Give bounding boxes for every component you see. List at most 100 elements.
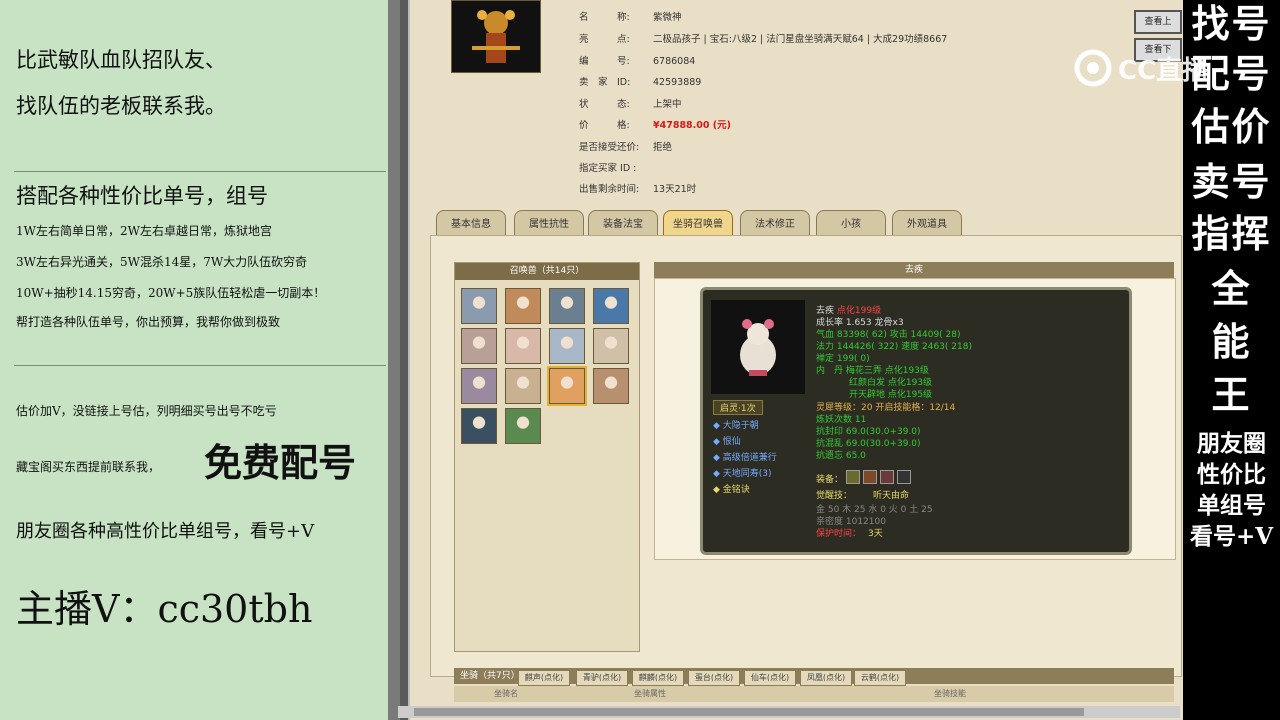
equip-slot-icon[interactable] bbox=[896, 470, 911, 484]
divider bbox=[14, 171, 386, 172]
summon-avatar[interactable] bbox=[593, 328, 629, 364]
tab-equipment[interactable]: 装备法宝 bbox=[588, 210, 658, 238]
game-trade-window: 名 称: 紫微神 亮 点: 二极品孩子 | 宝石:八级2 | 法门星盘坐骑满天赋64… bbox=[388, 0, 1183, 720]
right-big-text-3: 估价 bbox=[1191, 104, 1272, 149]
mount-tab[interactable]: 麒声(点化) bbox=[518, 670, 570, 686]
info-label: 出售剩余时间: bbox=[579, 184, 640, 195]
mount-list-title: 坐骑（共7只） bbox=[460, 671, 520, 681]
tab-attributes[interactable]: 属性抗性 bbox=[514, 210, 584, 238]
info-row-time: 出售剩余时间: 13天21时 bbox=[579, 181, 696, 195]
view-prev-button[interactable]: 查看上 bbox=[1134, 10, 1182, 34]
info-row-highlight: 亮 点: 二极品孩子 | 宝石:八级2 | 法门星盘坐骑满天赋64 | 大成29功… bbox=[579, 31, 947, 45]
info-label: 状 态: bbox=[579, 99, 630, 110]
tab-basic-info[interactable]: 基本信息 bbox=[436, 210, 506, 238]
right-big-text-8: 王 bbox=[1211, 372, 1252, 417]
info-value: 上架中 bbox=[653, 99, 682, 110]
summon-detail-title: 去疾 bbox=[654, 262, 1174, 278]
right-small-text: 朋友圈 性价比 单组号 看号+V bbox=[1183, 428, 1280, 552]
pet-equip-label: 装备： bbox=[816, 475, 844, 485]
summon-avatar[interactable] bbox=[505, 328, 541, 364]
pet-resist-forget: 抗遗忘 65.0 bbox=[816, 451, 866, 461]
mount-table-header: 坐骑名 坐骑属性 坐骑技能 bbox=[454, 686, 1174, 702]
right-big-text-6: 全 bbox=[1211, 266, 1252, 311]
summon-avatar[interactable] bbox=[593, 288, 629, 324]
summon-avatar[interactable] bbox=[549, 288, 585, 324]
pet-awaken-label: 觉醒技： bbox=[816, 491, 853, 501]
tab-child[interactable]: 小孩 bbox=[816, 210, 886, 238]
streamer-contact: 主播V：cc30tbh bbox=[16, 587, 313, 631]
summon-portrait bbox=[711, 300, 805, 394]
info-row-status: 状 态: 上架中 bbox=[579, 96, 682, 110]
info-label: 编 号: bbox=[579, 56, 630, 67]
summon-avatar[interactable] bbox=[461, 288, 497, 324]
summon-avatar[interactable] bbox=[505, 368, 541, 404]
summon-avatar[interactable] bbox=[461, 408, 497, 444]
summon-avatar[interactable] bbox=[505, 408, 541, 444]
pet-skill: 恨仙 bbox=[722, 437, 741, 447]
promo-line-3: 搭配各种性价比单号，组号 bbox=[16, 184, 268, 208]
free-match-headline: 免费配号 bbox=[204, 440, 357, 485]
summon-avatar[interactable] bbox=[547, 366, 587, 406]
summon-stat-card: 去疾 点化199级 成长率 1.653 龙骨x3 气血 83398( 62) 攻… bbox=[700, 287, 1132, 555]
pet-skill: 天地同寿(3) bbox=[722, 469, 772, 479]
info-value: 二极品孩子 | 宝石:八级2 | 法门星盘坐骑满天赋64 | 大成29功绩866… bbox=[653, 34, 948, 45]
promo-line-8: 估价加V，没链接上号估，列明细买号出号不吃亏 bbox=[16, 404, 277, 418]
equip-slot-icon[interactable] bbox=[879, 470, 894, 484]
right-big-text-1: 找号 bbox=[1191, 1, 1272, 46]
info-value: 6786084 bbox=[653, 56, 696, 67]
pet-awaken-skill: 听天由命 bbox=[873, 491, 910, 501]
info-row-name: 名 称: 紫微神 bbox=[579, 9, 682, 23]
promo-line-9a: 藏宝阁买东西提前联系我， bbox=[16, 460, 161, 474]
tab-mounts-summons[interactable]: 坐骑召唤兽 bbox=[663, 210, 733, 238]
mount-tab[interactable]: 蛋台(点化) bbox=[688, 670, 740, 686]
info-value: 紫微神 bbox=[653, 12, 682, 23]
summon-list-title: 召唤兽（共14只） bbox=[455, 263, 639, 280]
info-row-seller: 卖 家 ID: 42593889 bbox=[579, 74, 701, 88]
summon-avatar[interactable] bbox=[549, 328, 585, 364]
pet-skill: 大隐于朝 bbox=[722, 421, 759, 431]
streamer-right-panel: 找号 配号 估价 卖号 指挥 全 能 王 朋友圈 性价比 单组号 看号+V bbox=[1183, 0, 1280, 720]
summon-avatar[interactable] bbox=[505, 288, 541, 324]
mount-tab[interactable]: 麒麟(点化) bbox=[632, 670, 684, 686]
tab-spell-correction[interactable]: 法术修正 bbox=[740, 210, 810, 238]
character-portrait bbox=[451, 0, 541, 73]
info-row-price: 价 格: ¥47888.00 (元) bbox=[579, 117, 731, 131]
tab-appearance[interactable]: 外观道具 bbox=[892, 210, 962, 238]
pet-protect-value: 3天 bbox=[868, 529, 883, 539]
info-label: 亮 点: bbox=[579, 34, 630, 45]
summon-avatar[interactable] bbox=[461, 368, 497, 404]
pet-rank-badge: 启灵·1次 bbox=[713, 400, 763, 415]
right-small-line: 性价比 bbox=[1197, 461, 1266, 488]
mount-tab[interactable]: 云鹤(点化) bbox=[854, 670, 906, 686]
horizontal-scrollbar[interactable] bbox=[398, 706, 1180, 718]
pet-skill: 高级倍道兼行 bbox=[722, 453, 777, 463]
mount-tab[interactable]: 仙车(点化) bbox=[744, 670, 796, 686]
info-row-buyer: 指定买家 ID : bbox=[579, 160, 653, 174]
cc-logo-icon bbox=[1074, 49, 1112, 87]
info-value: 拒绝 bbox=[653, 142, 673, 153]
mount-tab[interactable]: 青驴(点化) bbox=[576, 670, 628, 686]
info-label: 是否接受还价: bbox=[579, 142, 640, 153]
watermark-text: CC直播 bbox=[1118, 56, 1209, 86]
info-value: 13天21时 bbox=[653, 184, 697, 195]
summon-avatar[interactable] bbox=[593, 368, 629, 404]
right-big-text-5: 指挥 bbox=[1191, 211, 1272, 256]
equip-slot-icon[interactable] bbox=[862, 470, 877, 484]
summon-avatar[interactable] bbox=[461, 328, 497, 364]
col-mount-name: 坐骑名 bbox=[494, 689, 518, 698]
equip-slot-icon[interactable] bbox=[846, 470, 860, 484]
pet-art-icon bbox=[740, 319, 776, 376]
pet-protect-label: 保护时间： bbox=[816, 529, 862, 539]
mount-tab[interactable]: 凤凰(点化) bbox=[800, 670, 852, 686]
cc-live-watermark: CC直播 bbox=[1072, 48, 1222, 88]
promo-line-2: 找队伍的老板联系我。 bbox=[16, 94, 226, 118]
scrollbar-thumb[interactable] bbox=[414, 708, 1084, 716]
col-mount-skill: 坐骑技能 bbox=[934, 689, 966, 698]
right-small-line: 看号+V bbox=[1189, 523, 1274, 550]
pet-inner-dan-3: 开天辟地 点化195级 bbox=[849, 390, 933, 400]
info-row-bargain: 是否接受还价: 拒绝 bbox=[579, 139, 672, 153]
promo-line-10: 朋友圈各种高性价比单组号，看号+V bbox=[16, 521, 315, 542]
promo-line-6: 10W+抽秒14.15穷奇，20W+5族队伍轻松虐一切副本！ bbox=[16, 286, 326, 300]
right-big-text-4: 卖号 bbox=[1191, 159, 1272, 204]
info-label: 价 格: bbox=[579, 120, 630, 131]
